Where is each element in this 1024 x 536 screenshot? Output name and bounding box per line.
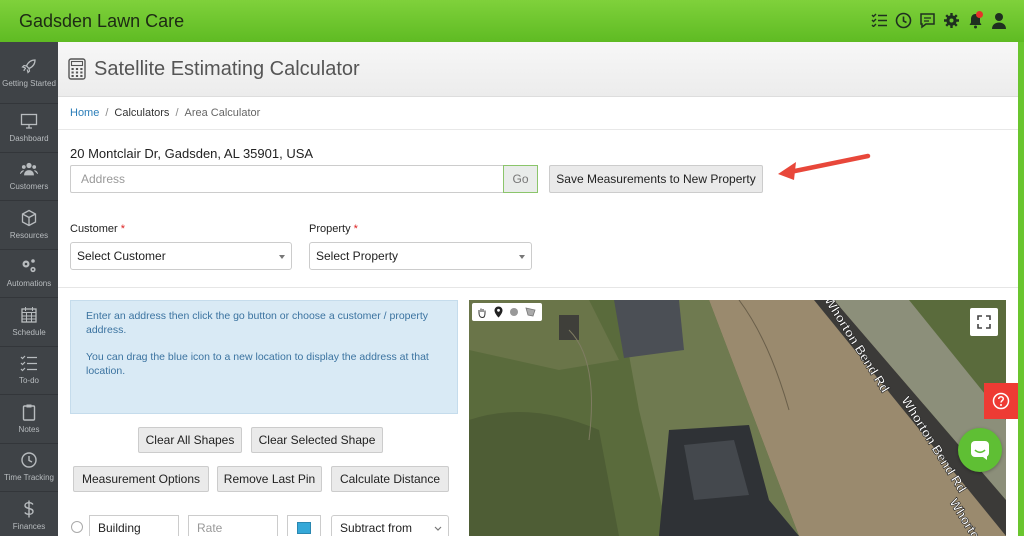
user-icon[interactable] <box>990 9 1008 31</box>
shape-mode-select[interactable]: Subtract from <box>331 515 449 536</box>
calendar-icon <box>21 306 37 323</box>
calculator-icon <box>68 58 86 80</box>
help-button[interactable] <box>984 383 1018 419</box>
clock-icon[interactable] <box>894 9 912 31</box>
notification-dot <box>976 11 983 18</box>
help-icon <box>992 392 1010 410</box>
map-imagery: Whorton Bend Rd Whorton Bend Rd Whorton <box>469 300 1006 536</box>
gear-icon[interactable] <box>942 9 960 31</box>
instructions-line-2: You can drag the blue icon to a new loca… <box>86 351 429 377</box>
clock-icon <box>21 452 37 468</box>
map-drawing-tools <box>472 303 542 321</box>
address-input[interactable]: Address <box>70 165 504 193</box>
sidebar-item-label: Resources <box>9 230 49 240</box>
property-select-value: Select Property <box>316 249 399 263</box>
required-marker: * <box>353 223 358 235</box>
property-label: Property * <box>309 223 358 235</box>
remove-last-pin-button[interactable]: Remove Last Pin <box>217 466 322 492</box>
list-icon <box>20 355 37 372</box>
sidebar-item-time-tracking[interactable]: Time Tracking <box>0 444 58 492</box>
sidebar-item-schedule[interactable]: Schedule <box>0 298 58 347</box>
current-address: 20 Montclair Dr, Gadsden, AL 35901, USA <box>70 146 314 161</box>
breadcrumb-calculators-link[interactable]: Calculators <box>114 107 169 119</box>
measurement-options-button[interactable]: Measurement Options <box>73 466 209 492</box>
chat-icon[interactable] <box>918 9 936 31</box>
users-icon <box>20 163 38 176</box>
page-header: Satellite Estimating Calculator <box>58 42 1018 97</box>
customer-label: Customer * <box>70 223 125 235</box>
sidebar-item-label: Notes <box>18 424 40 434</box>
circle-icon[interactable] <box>508 306 520 318</box>
chevron-down-icon <box>434 526 442 531</box>
pin-icon[interactable] <box>492 306 504 318</box>
clear-all-shapes-button[interactable]: Clear All Shapes <box>138 427 242 453</box>
save-measurements-button[interactable]: Save Measurements to New Property <box>549 165 763 193</box>
customer-select[interactable]: Select Customer <box>70 242 292 270</box>
rate-input[interactable]: Rate <box>188 515 278 536</box>
sidebar-item-label: Finances <box>12 521 46 531</box>
breadcrumb-separator: / <box>175 107 179 119</box>
property-select[interactable]: Select Property <box>309 242 532 270</box>
sidebar-item-label: Getting Started <box>2 78 56 88</box>
required-marker: * <box>120 223 126 235</box>
hand-icon[interactable] <box>476 306 488 318</box>
fullscreen-icon <box>977 315 991 329</box>
main-content: Satellite Estimating Calculator Home / C… <box>58 42 1018 536</box>
go-button[interactable]: Go <box>503 165 538 193</box>
dollar-icon <box>24 500 34 518</box>
chevron-down-icon <box>519 255 525 259</box>
sidebar-item-todo[interactable]: To-do <box>0 347 58 395</box>
chat-bubble-icon <box>971 441 989 460</box>
color-swatch <box>297 522 311 534</box>
top-bar: Gadsden Lawn Care <box>0 0 1024 42</box>
sidebar: Getting Started Dashboard Customers Reso… <box>0 42 58 536</box>
polygon-icon[interactable] <box>524 306 536 318</box>
property-label-text: Property <box>309 223 351 235</box>
instructions-box: Enter an address then click the go butto… <box>70 300 458 414</box>
sidebar-item-finances[interactable]: Finances <box>0 492 58 536</box>
satellite-map[interactable]: Whorton Bend Rd Whorton Bend Rd Whorton <box>469 300 1006 536</box>
clear-selected-shape-button[interactable]: Clear Selected Shape <box>251 427 383 453</box>
section-divider <box>58 287 1018 288</box>
sidebar-item-label: Customers <box>9 182 49 192</box>
tasks-icon[interactable] <box>870 9 888 31</box>
shape-color-picker[interactable] <box>287 515 321 536</box>
clipboard-icon <box>22 404 36 421</box>
breadcrumb-separator: / <box>105 107 109 119</box>
sidebar-item-dashboard[interactable]: Dashboard <box>0 104 58 153</box>
breadcrumb-current: Area Calculator <box>184 107 261 119</box>
right-accent-strip <box>1018 42 1024 536</box>
sidebar-item-label: Schedule <box>12 327 46 337</box>
brand-title[interactable]: Gadsden Lawn Care <box>19 11 184 32</box>
calculate-distance-button[interactable]: Calculate Distance <box>331 466 449 492</box>
sidebar-item-label: To-do <box>18 376 39 386</box>
cube-icon <box>21 209 37 226</box>
sidebar-item-label: Automations <box>6 279 52 289</box>
live-chat-button[interactable] <box>958 428 1002 472</box>
shape-mode-value: Subtract from <box>340 521 413 535</box>
customer-select-value: Select Customer <box>77 249 166 263</box>
sidebar-item-label: Dashboard <box>9 133 49 143</box>
monitor-icon <box>20 113 38 129</box>
rocket-icon <box>21 58 36 74</box>
sidebar-item-notes[interactable]: Notes <box>0 395 58 444</box>
bell-icon[interactable] <box>966 9 984 31</box>
breadcrumb: Home / Calculators / Area Calculator <box>58 97 1018 130</box>
sidebar-item-label: Time Tracking <box>4 473 54 483</box>
chevron-down-icon <box>279 255 285 259</box>
breadcrumb-home-link[interactable]: Home <box>70 107 99 119</box>
sidebar-item-automations[interactable]: Automations <box>0 250 58 298</box>
shape-select-radio[interactable] <box>71 521 83 533</box>
instructions-line-1: Enter an address then click the go butto… <box>86 310 429 336</box>
sidebar-item-customers[interactable]: Customers <box>0 153 58 201</box>
fullscreen-button[interactable] <box>970 308 998 336</box>
sidebar-item-getting-started[interactable]: Getting Started <box>0 42 58 104</box>
page-title: Satellite Estimating Calculator <box>94 57 360 80</box>
customer-label-text: Customer <box>70 223 118 235</box>
annotation-arrow-icon <box>778 153 871 180</box>
top-icons <box>870 9 1008 31</box>
gears-icon <box>22 259 36 273</box>
shape-name-input[interactable]: Building <box>89 515 179 536</box>
sidebar-item-resources[interactable]: Resources <box>0 201 58 250</box>
